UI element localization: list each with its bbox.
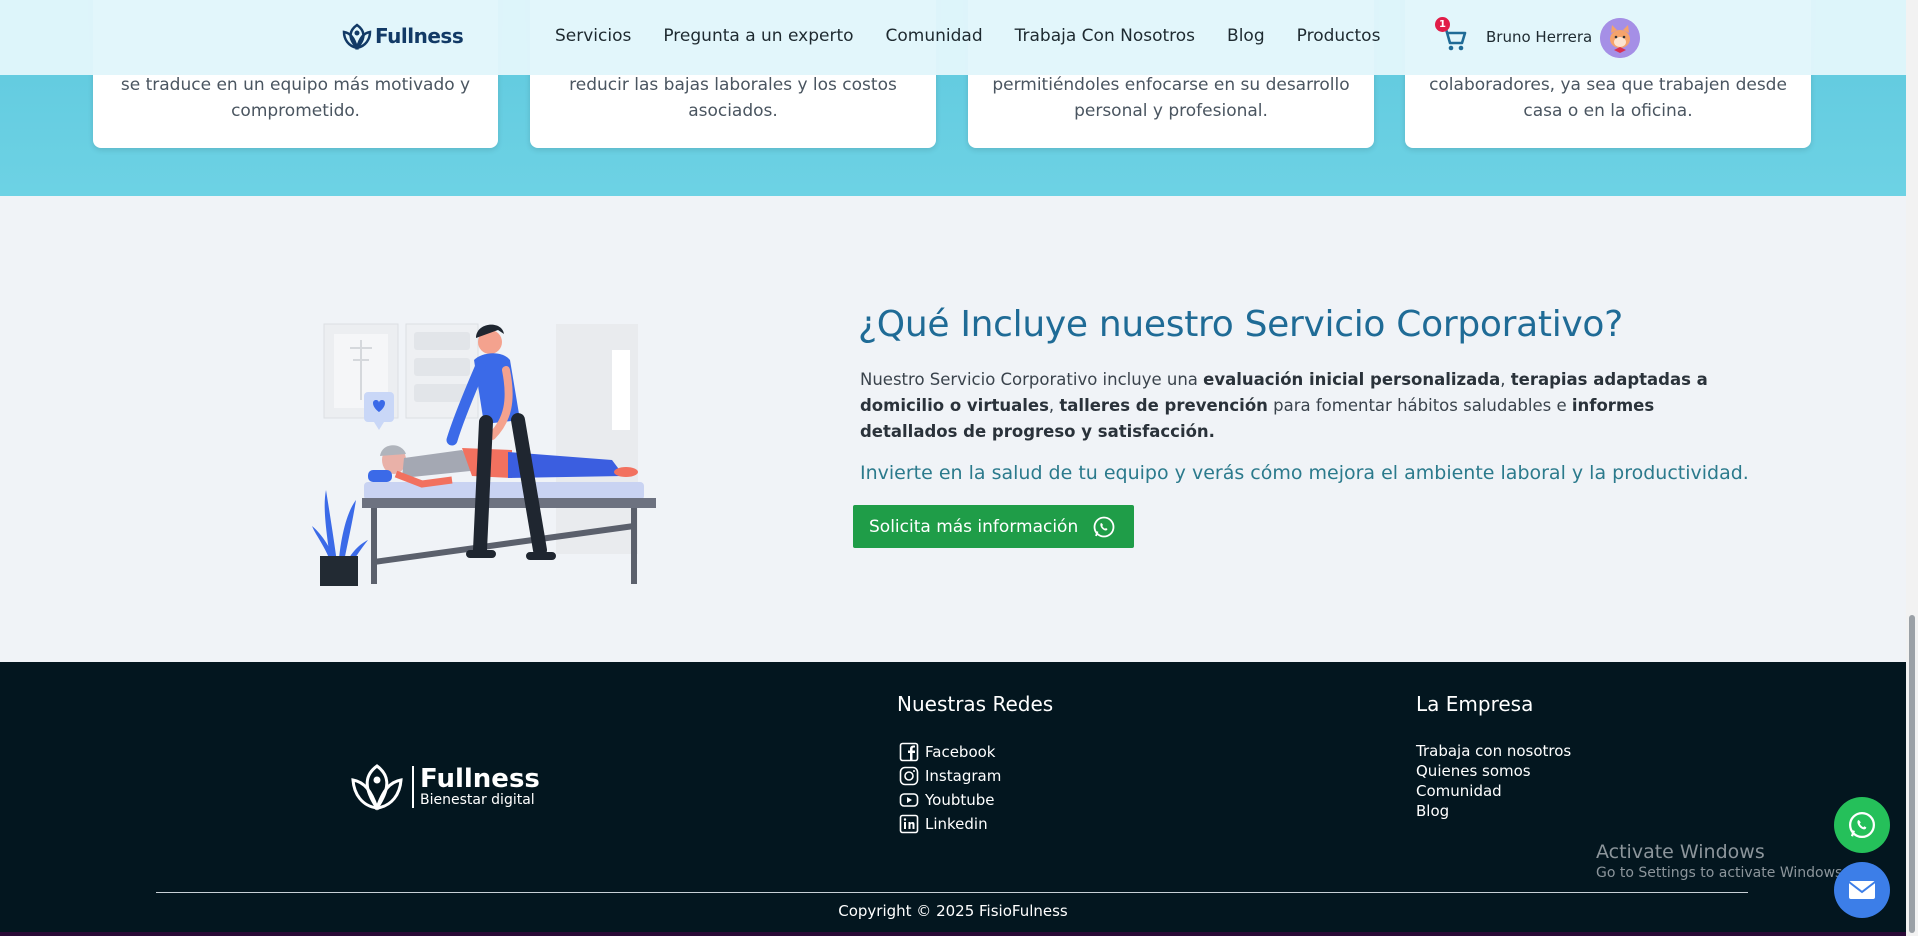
social-link-linkedin[interactable]: Linkedin — [899, 814, 1001, 834]
avatar[interactable] — [1600, 18, 1640, 58]
instagram-icon — [899, 766, 919, 786]
footer-link-blog[interactable]: Blog — [1416, 802, 1571, 820]
description-highlight: talleres de prevención — [1059, 396, 1268, 415]
social-heading: Nuestras Redes — [897, 692, 1054, 716]
description-text: para fomentar hábitos saludables e — [1267, 396, 1572, 415]
whatsapp-icon — [1849, 812, 1875, 838]
linkedin-icon — [899, 814, 919, 834]
site-footer: Fullness Bienestar digital Nuestras Rede… — [0, 662, 1906, 936]
footer-brand-tagline: Bienestar digital — [420, 792, 535, 808]
cart-count-badge: 1 — [1435, 17, 1450, 32]
section-title: ¿Qué Incluye nuestro Servicio Corporativ… — [858, 304, 1623, 345]
whatsapp-float-button[interactable] — [1834, 797, 1890, 853]
top-navbar: Fullness Servicios Pregunta a un experto… — [0, 0, 1906, 75]
physiotherapy-illustration — [312, 300, 662, 590]
social-link-instagram[interactable]: Instagram — [899, 766, 1001, 786]
nav-item-blog[interactable]: Blog — [1227, 26, 1265, 46]
footer-link-quienes-somos[interactable]: Quienes somos — [1416, 762, 1571, 780]
email-float-button[interactable] — [1834, 862, 1890, 918]
brand-name: Fullness — [375, 24, 464, 48]
user-name[interactable]: Bruno Herrera — [1486, 28, 1592, 46]
benefit-card-text: permitiéndoles enfocarse en su desarroll… — [992, 75, 1350, 121]
social-label: Facebook — [925, 743, 996, 761]
footer-link-comunidad[interactable]: Comunidad — [1416, 782, 1571, 800]
cat-avatar-icon — [1600, 18, 1640, 58]
section-description: Nuestro Servicio Corporativo incluye una… — [860, 367, 1740, 445]
main-menu: Servicios Pregunta a un experto Comunida… — [555, 26, 1380, 46]
social-label: Linkedin — [925, 815, 988, 833]
whatsapp-icon — [1093, 516, 1115, 537]
social-label: Instagram — [925, 767, 1002, 785]
social-links: Facebook Instagram Youbtube Linkedin — [899, 742, 1001, 834]
footer-logo[interactable]: Fullness Bienestar digital — [350, 762, 540, 812]
bottom-edge — [0, 932, 1906, 936]
description-text: , — [1500, 370, 1511, 389]
benefit-card-text: reducir las bajas laborales y los costos… — [569, 75, 897, 121]
nav-item-servicios[interactable]: Servicios — [555, 26, 631, 46]
company-links: Trabaja con nosotros Quienes somos Comun… — [1416, 742, 1571, 820]
cart-button[interactable]: 1 — [1435, 17, 1468, 57]
request-info-button[interactable]: Solicita más información — [853, 505, 1134, 548]
envelope-icon — [1848, 881, 1876, 899]
nav-item-pregunta-experto[interactable]: Pregunta a un experto — [663, 26, 853, 46]
description-highlight: evaluación inicial personalizada — [1203, 370, 1501, 389]
benefit-card-text: colaboradores, ya sea que trabajen desde… — [1429, 75, 1787, 121]
lotus-logo-icon — [342, 23, 372, 50]
footer-brand-name: Fullness — [420, 764, 540, 794]
footer-link-trabaja[interactable]: Trabaja con nosotros — [1416, 742, 1571, 760]
nav-item-comunidad[interactable]: Comunidad — [886, 26, 983, 46]
nav-item-trabaja-con-nosotros[interactable]: Trabaja Con Nosotros — [1015, 26, 1195, 46]
youtube-icon — [899, 793, 919, 807]
description-text: , — [1048, 396, 1060, 415]
description-text: Nuestro Servicio Corporativo incluye una — [860, 370, 1204, 389]
invest-tagline: Invierte en la salud de tu equipo y verá… — [860, 462, 1749, 484]
page-scrollbar[interactable] — [1906, 0, 1918, 936]
nav-item-productos[interactable]: Productos — [1297, 26, 1381, 46]
brand-logo[interactable]: Fullness — [342, 22, 464, 50]
social-label: Youbtube — [925, 791, 995, 809]
scrollbar-thumb[interactable] — [1909, 615, 1915, 933]
facebook-icon — [899, 742, 919, 762]
benefit-card-text: se traduce en un equipo más motivado y c… — [120, 75, 471, 121]
lotus-logo-icon — [351, 764, 403, 811]
request-info-label: Solicita más información — [869, 516, 1079, 537]
social-link-youtube[interactable]: Youbtube — [899, 790, 1001, 810]
footer-divider — [156, 892, 1748, 893]
windows-activation-hint: Go to Settings to activate Windows. — [1596, 865, 1847, 881]
windows-activation-title: Activate Windows — [1596, 841, 1765, 863]
company-heading: La Empresa — [1416, 692, 1534, 716]
social-link-facebook[interactable]: Facebook — [899, 742, 1001, 762]
copyright-text: Copyright © 2025 FisioFulness — [838, 902, 1068, 920]
